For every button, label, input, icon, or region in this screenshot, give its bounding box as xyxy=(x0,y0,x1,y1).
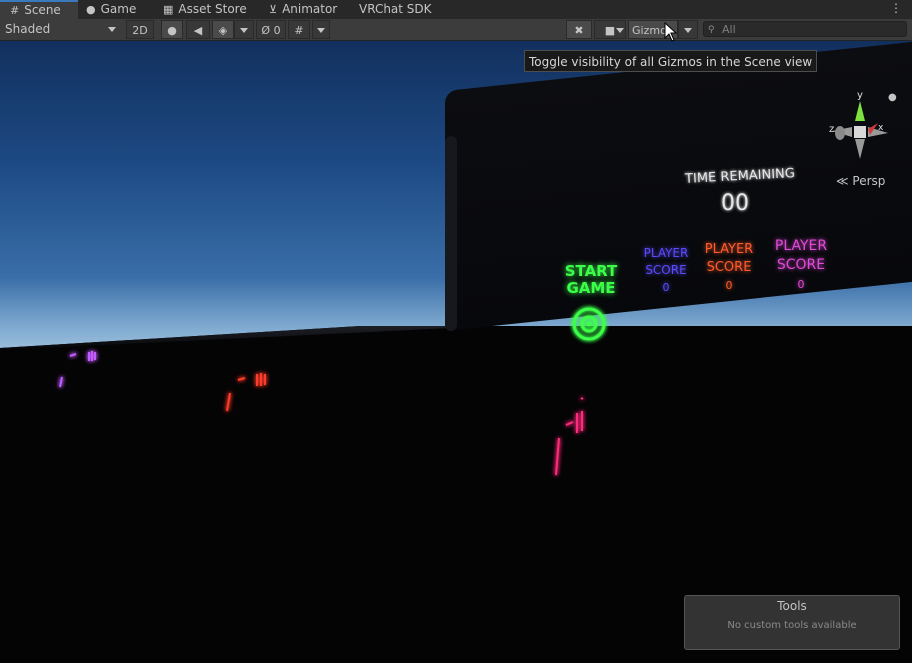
audio-toggle-button[interactable]: ◀ xyxy=(186,20,210,39)
tools-overlay-panel[interactable]: Tools No custom tools available xyxy=(684,595,900,650)
wrench-icon: ✖ xyxy=(574,24,584,37)
effects-toggle-button[interactable]: ◈ xyxy=(212,20,234,39)
start-game-label: START GAME xyxy=(556,263,626,297)
eye-hidden-icon: Ø xyxy=(261,24,271,37)
lighting-toggle-button[interactable]: ● xyxy=(161,20,183,39)
player-score-1-line1: PLAYER xyxy=(643,246,689,260)
more-options-icon[interactable]: ⋮ xyxy=(890,1,902,15)
tools-title: Tools xyxy=(777,599,807,613)
gizmo-neg-z-cone[interactable] xyxy=(835,126,845,140)
grid-toggle-button[interactable]: # xyxy=(288,20,310,39)
purple-neon-object xyxy=(59,351,96,388)
projection-label: Persp xyxy=(852,174,886,188)
gizmo-z-label: z xyxy=(829,124,834,135)
neon-objects xyxy=(59,307,606,476)
gizmos-tooltip: Toggle visibility of all Gizmos in the S… xyxy=(524,50,818,72)
scene-search-input[interactable]: ⚲ All xyxy=(703,21,907,37)
gamepad-icon: ● xyxy=(86,3,96,16)
mouse-cursor-icon xyxy=(664,22,678,42)
gizmo-x-label: x xyxy=(878,123,884,133)
chevron-down-icon xyxy=(108,27,116,32)
player-score-3-line2: SCORE xyxy=(776,257,826,273)
tools-toggle-button[interactable]: ✖ xyxy=(566,20,592,39)
player-score-3: PLAYER SCORE 0 xyxy=(764,237,838,294)
scene-view[interactable]: TIME REMAINING 00 START GAME PLAYER SCOR… xyxy=(0,41,912,663)
scene-visibility-button[interactable]: Ø 0 xyxy=(256,20,286,39)
grid-icon: # xyxy=(294,24,304,37)
player-score-2-line2: SCORE xyxy=(706,260,752,275)
gizmo-y-axis[interactable] xyxy=(855,101,865,121)
red-neon-object xyxy=(226,373,266,412)
animator-icon: ⊻ xyxy=(269,3,278,16)
hidden-count: 0 xyxy=(273,24,281,37)
tab-vrchat-sdk[interactable]: VRChat SDK xyxy=(359,0,432,19)
gizmo-neg-y-axis[interactable] xyxy=(855,139,865,159)
tab-label: Asset Store xyxy=(178,2,247,16)
player-score-1-value: 0 xyxy=(662,281,670,294)
camera-icon: ■ xyxy=(604,24,616,37)
shading-mode-value: Shaded xyxy=(5,22,51,36)
tab-label: Game xyxy=(100,2,137,16)
player-score-2-value: 0 xyxy=(725,279,733,292)
bag-icon: ▦ xyxy=(163,3,174,16)
tab-game[interactable]: ● Game xyxy=(86,0,136,19)
shading-mode-dropdown[interactable]: Shaded xyxy=(0,21,120,38)
chevron-down-icon xyxy=(240,28,248,33)
effects-dropdown-button[interactable] xyxy=(234,20,254,39)
tools-message: No custom tools available xyxy=(727,620,857,631)
lightbulb-icon: ● xyxy=(167,24,177,37)
start-game-line-2: GAME xyxy=(566,279,616,297)
search-placeholder: All xyxy=(722,23,736,36)
camera-dropdown-button[interactable]: ■ xyxy=(594,20,626,39)
start-game-line-1: START xyxy=(564,262,618,280)
player-score-2: PLAYER SCORE 0 xyxy=(697,241,761,295)
tab-animator[interactable]: ⊻ Animator xyxy=(269,0,337,19)
pink-neon-object xyxy=(555,397,584,476)
tab-label: VRChat SDK xyxy=(359,2,432,16)
player-score-3-line1: PLAYER xyxy=(774,238,828,254)
persp-icon: ≪ xyxy=(836,174,849,188)
search-icon: ⚲ xyxy=(708,25,715,35)
toggle-2d-button[interactable]: 2D xyxy=(126,20,154,39)
player-score-1: PLAYER SCORE 0 xyxy=(636,245,696,296)
chevron-down-icon xyxy=(616,28,624,33)
time-remaining-value: 00 xyxy=(721,191,749,216)
grid-icon: # xyxy=(10,4,20,17)
speaker-icon: ◀ xyxy=(193,24,203,37)
player-score-3-value: 0 xyxy=(797,278,805,291)
gizmos-dropdown-button[interactable] xyxy=(678,20,698,39)
lock-icon[interactable]: ● xyxy=(888,92,897,103)
gizmo-y-label: y xyxy=(857,90,863,101)
scene-toolbar: Shaded 2D ● ◀ ◈ Ø 0 # ✖ ■ Gizmos ⚲ All xyxy=(0,19,912,41)
start-button-target xyxy=(572,307,606,341)
layers-icon: ◈ xyxy=(218,24,228,37)
tab-scene[interactable]: # Scene xyxy=(0,0,78,19)
tab-label: Scene xyxy=(24,3,61,17)
chevron-down-icon xyxy=(317,28,325,33)
tab-label: Animator xyxy=(282,2,338,16)
gizmo-center-cube[interactable] xyxy=(854,126,866,138)
chevron-down-icon xyxy=(684,28,692,33)
grid-dropdown-button[interactable] xyxy=(312,20,330,39)
projection-toggle[interactable]: ≪ Persp xyxy=(836,174,885,188)
tab-bar: # Scene ● Game ▦ Asset Store ⊻ Animator … xyxy=(0,0,912,20)
player-score-2-line1: PLAYER xyxy=(704,242,754,257)
tab-asset-store[interactable]: ▦ Asset Store xyxy=(163,0,247,19)
player-score-1-line2: SCORE xyxy=(645,263,687,277)
